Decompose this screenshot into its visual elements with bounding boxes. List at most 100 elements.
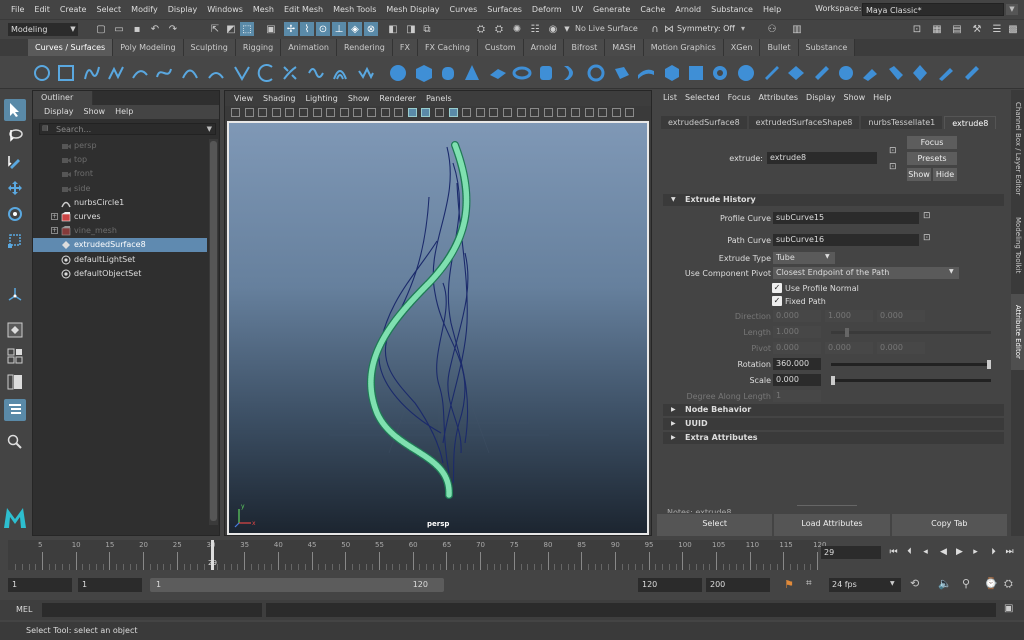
lock-icon[interactable]: ▣ [264,22,278,36]
ipr-render-icon[interactable]: ✺ [510,22,524,36]
persp-outliner-layout-button[interactable] [4,371,26,393]
menu-file[interactable]: File [6,5,29,14]
loft-icon[interactable] [560,63,580,83]
paint-select-tool-button[interactable] [4,151,26,173]
grease-pencil-icon[interactable] [299,108,308,117]
play-backwards-icon[interactable]: ◀ [938,547,949,558]
xray-components-icon[interactable] [584,108,594,117]
pivot-x-field[interactable]: 0.000 [773,342,821,354]
menu-cache[interactable]: Cache [635,5,670,14]
bevel-plus-icon[interactable] [736,63,756,83]
sidebar-toggle-icon[interactable]: ▥ [790,22,804,36]
auto-key-icon[interactable]: ⚑ [784,578,794,591]
color-management-icon[interactable] [625,108,635,117]
select-hierarchy-icon[interactable]: ⇱ [208,22,222,36]
select-object-icon[interactable]: ◩ [224,22,238,36]
save-scene-icon[interactable]: ▪ [130,22,144,36]
untrim-icon[interactable] [836,63,856,83]
move-tool-button[interactable] [4,177,26,199]
output-connection-icon[interactable]: ⊡ [889,162,901,172]
shelf-tab-bullet[interactable]: Bullet [760,39,799,56]
live-surface-field[interactable]: No Live Surface [575,24,638,33]
revolve-icon[interactable] [536,63,556,83]
sound-icon[interactable]: 🔈 [938,577,952,590]
menu-select[interactable]: Select [91,5,126,14]
menu-mesh-tools[interactable]: Mesh Tools [328,5,381,14]
go-to-start-icon[interactable]: ⏮ [888,547,899,558]
layer-editor-icon[interactable]: ▩ [1006,22,1020,36]
snap-view-icon[interactable]: ⊥ [332,22,346,36]
shelf-tab-substance[interactable]: Substance [798,39,856,56]
trim-tool-icon[interactable] [812,63,832,83]
intersect-icon[interactable] [762,63,782,83]
open-scene-icon[interactable]: ▭ [112,22,126,36]
playback-end-field[interactable]: 120 [638,578,702,592]
fixed-path-checkbox[interactable]: ✓ [772,296,782,306]
rotation-slider-knob[interactable] [987,360,991,369]
tab-modeling-toolkit[interactable]: Modeling Toolkit [1011,210,1024,280]
shelf-tab-poly-modeling[interactable]: Poly Modeling [113,39,184,56]
expand-icon[interactable]: + [51,227,58,235]
direction-y-field[interactable]: 1.000 [825,310,873,322]
extrude-icon[interactable] [612,63,632,83]
ae-menu-help[interactable]: Help [869,90,895,106]
render-view-icon[interactable]: ⊡ [910,22,924,36]
shelf-tab-rigging[interactable]: Rigging [235,39,282,56]
settings-icon[interactable]: ⛭ [1004,577,1013,591]
render-sequence-icon[interactable]: ⛭ [492,22,506,36]
bevel-icon[interactable] [710,63,730,83]
film-gate-icon[interactable] [326,108,336,117]
degree-field[interactable]: 1 [773,390,821,402]
input-connection-icon[interactable]: ⊡ [889,146,901,156]
outliner-menu-help[interactable]: Help [110,105,138,119]
insert-isoparm-icon[interactable] [936,63,956,83]
menu-arnold[interactable]: Arnold [670,5,706,14]
extend-surface-icon[interactable] [962,63,982,83]
rotation-slider[interactable] [831,363,991,366]
direction-x-field[interactable]: 0.000 [773,310,821,322]
use-profile-normal-checkbox[interactable]: ✓ [772,283,782,293]
single-perspective-layout-button[interactable] [4,319,26,341]
ae-menu-selected[interactable]: Selected [681,90,724,106]
shelf-tab-arnold[interactable]: Arnold [523,39,565,56]
menu-substance[interactable]: Substance [706,5,758,14]
birail-icon[interactable] [636,63,656,83]
rotation-field[interactable]: 360.000 [773,358,821,370]
bezier-curve-icon[interactable] [154,63,174,83]
node-name-field[interactable]: extrude8 [767,152,877,164]
depth-of-field-icon[interactable] [530,108,540,117]
viewport-canvas[interactable]: y x persp [227,121,649,535]
menu-curves[interactable]: Curves [444,5,482,14]
component-pivot-select[interactable]: Closest Endpoint of the Path [773,267,959,279]
menu-mesh[interactable]: Mesh [248,5,279,14]
anti-aliasing-icon[interactable] [516,108,526,117]
outliner-row[interactable]: persp [33,139,207,153]
offset-curve-icon[interactable] [330,63,350,83]
rebuild-curve-icon[interactable] [356,63,376,83]
load-attributes-button[interactable]: Load Attributes [774,514,890,536]
pivot-z-field[interactable]: 0.000 [877,342,925,354]
show-button[interactable]: Show [907,168,931,181]
ae-menu-display[interactable]: Display [802,90,840,106]
select-camera-icon[interactable] [231,108,240,117]
viewport-menu-shading[interactable]: Shading [258,91,301,106]
select-button[interactable]: Select [657,514,773,536]
tool-settings-icon[interactable]: ⚒ [970,22,984,36]
loop-icon[interactable]: ⟲ [910,577,919,590]
snap-grid-icon[interactable]: ✢ [284,22,298,36]
shelf-tab-xgen[interactable]: XGen [723,39,761,56]
ae-tab-extruded-surface-shape[interactable]: extrudedSurfaceShape8 [748,116,860,129]
outliner-row[interactable]: defaultObjectSet [33,267,207,281]
safe-action-icon[interactable] [380,108,390,117]
length-slider-knob[interactable] [845,328,849,337]
arc-curve-icon[interactable] [180,63,200,83]
two-d-pan-icon[interactable] [285,108,295,117]
animation-start-field[interactable]: 1 [8,578,72,592]
render-frame-icon[interactable]: ⛭ [474,22,488,36]
modeling-toolkit-icon[interactable]: ▦ [930,22,944,36]
chevron-down-icon[interactable]: ▾ [741,24,745,33]
script-editor-icon[interactable]: ▣ [1004,603,1013,614]
detach-surfaces-icon[interactable] [886,63,906,83]
menu-generate[interactable]: Generate [588,5,635,14]
menu-uv[interactable]: UV [567,5,588,14]
